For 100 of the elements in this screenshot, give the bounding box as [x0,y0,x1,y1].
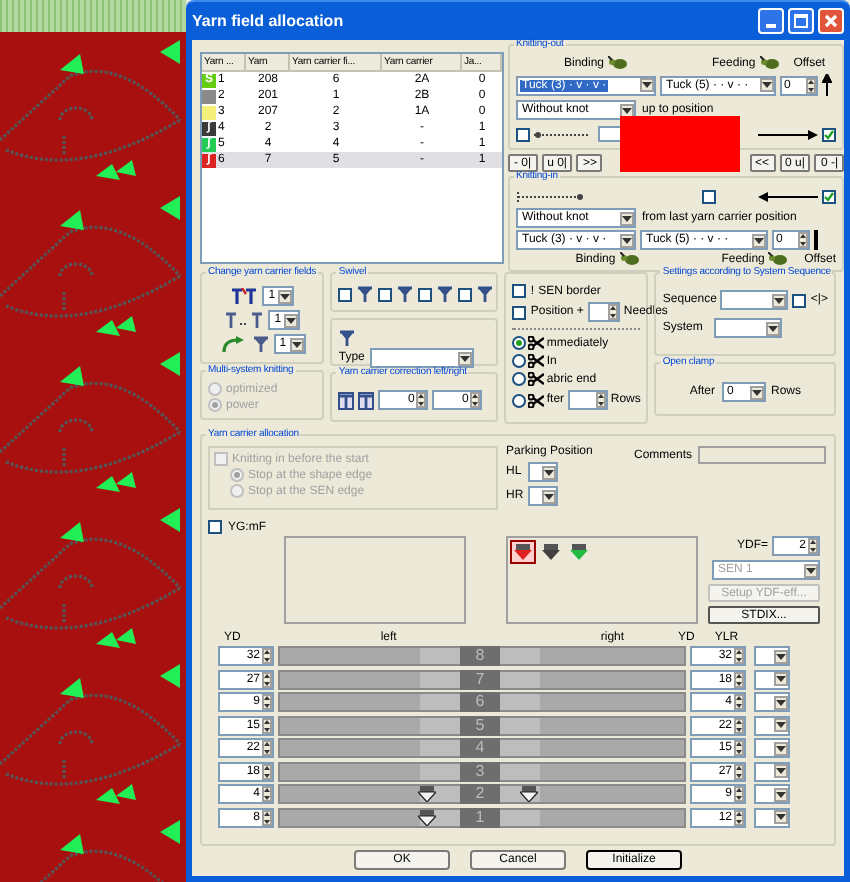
checkbox[interactable] [208,520,222,534]
caret-icon [774,810,788,824]
scissors-icon [528,372,545,386]
dropdown[interactable] [528,486,558,506]
checkbox[interactable] [458,288,473,302]
spin-arrows-icon [734,740,744,756]
spin-arrows-icon [262,786,272,802]
yarn-carrier-icon [338,330,357,348]
caret-icon [284,313,299,327]
spin-arrows-icon [262,740,272,756]
spin-arrows-icon [734,648,744,664]
checkbox[interactable] [378,288,393,302]
checkbox[interactable] [822,127,836,141]
spin-arrows-icon [262,763,272,779]
radio-button[interactable] [512,372,527,386]
spinner-field[interactable] [587,302,620,322]
track-number: 7 [460,669,500,689]
maximize-button[interactable] [788,8,814,34]
scissors-icon [528,393,545,407]
yarn-carrier-icon [396,286,415,304]
checkbox[interactable] [338,288,353,302]
caret-icon [542,489,556,503]
caret-icon [774,695,788,709]
input-field[interactable] [598,126,622,142]
spin-arrows-icon [470,392,481,408]
dropdown[interactable] [754,784,790,804]
swap-arrow-icon [219,335,248,353]
bug-icon [619,252,640,266]
bug-icon [608,56,629,70]
track-number: 6 [460,692,500,712]
spin-arrows-icon [734,694,744,710]
caret-icon [766,321,781,335]
track-number: 8 [460,646,500,666]
right-arrow-icon [758,129,818,139]
spin-arrows-icon [262,809,272,825]
caret-icon [774,672,788,686]
spin-arrows-icon [734,763,744,779]
track-number: 4 [460,738,500,758]
caret-icon [289,337,304,351]
spin-arrows-icon [607,304,618,320]
spin-arrows-icon [262,717,272,733]
dropdown[interactable] [754,692,790,712]
window-title: Yarn field allocation [192,13,344,29]
caret-icon [458,351,473,365]
caret-icon [278,289,293,303]
comments-field[interactable] [698,446,827,464]
dropdown[interactable] [754,669,790,689]
caret-icon [749,385,764,399]
caret-icon [640,78,654,92]
caret-icon [760,78,774,92]
checkbox[interactable] [512,284,527,298]
dotted-line-icon [516,192,584,202]
spin-arrows-icon [734,671,744,687]
spin-arrows-icon [808,538,818,554]
scissors-icon [528,336,545,350]
yarn-carrier-right-icon [358,391,375,409]
caret-icon [620,211,634,225]
spinner-field[interactable] [568,390,609,410]
dropdown[interactable] [528,462,558,482]
overlay-panel [620,116,740,172]
left-arrow-icon [758,192,818,202]
yarn-carrier-icon [251,335,270,353]
checkbox[interactable] [418,288,433,302]
checkbox[interactable] [516,127,530,141]
close-button[interactable] [818,8,844,34]
track-number: 3 [460,761,500,781]
dropdown[interactable] [754,761,790,781]
spin-arrows-icon [798,232,808,248]
checkbox[interactable] [512,305,527,319]
dropdown[interactable] [754,715,790,735]
yarn-carriers-icon [230,287,259,305]
radio-button[interactable] [512,336,527,350]
spin-arrows-icon [262,694,272,710]
spin-arrows-icon [734,717,744,733]
bug-icon [768,252,789,266]
yarn-carrier-range-icon [224,311,265,329]
yarn-carrier-left-icon [338,391,355,409]
dropdown[interactable] [754,807,790,827]
radio-button[interactable] [512,354,527,368]
spin-arrows-icon [262,671,272,687]
spin-arrows-icon [734,786,744,802]
spin-arrows-icon [596,392,607,408]
checkbox[interactable] [822,190,836,204]
minimize-icon [766,24,776,28]
caret-icon [774,764,788,778]
minimize-button[interactable] [758,8,784,34]
caret-icon [774,649,788,663]
caret-icon [752,233,766,247]
checkbox[interactable] [702,190,716,204]
caret-icon [542,465,556,479]
dropdown[interactable] [754,738,790,758]
spin-arrows-icon [806,77,816,93]
spin-arrows-icon [416,392,427,408]
track-number: 2 [460,784,500,804]
caret-icon [772,293,787,307]
radio-button[interactable] [512,393,527,407]
checkbox[interactable] [792,293,807,307]
dropdown[interactable] [754,646,790,666]
caret-icon [774,718,788,732]
yarn-carrier-icon [436,286,455,304]
